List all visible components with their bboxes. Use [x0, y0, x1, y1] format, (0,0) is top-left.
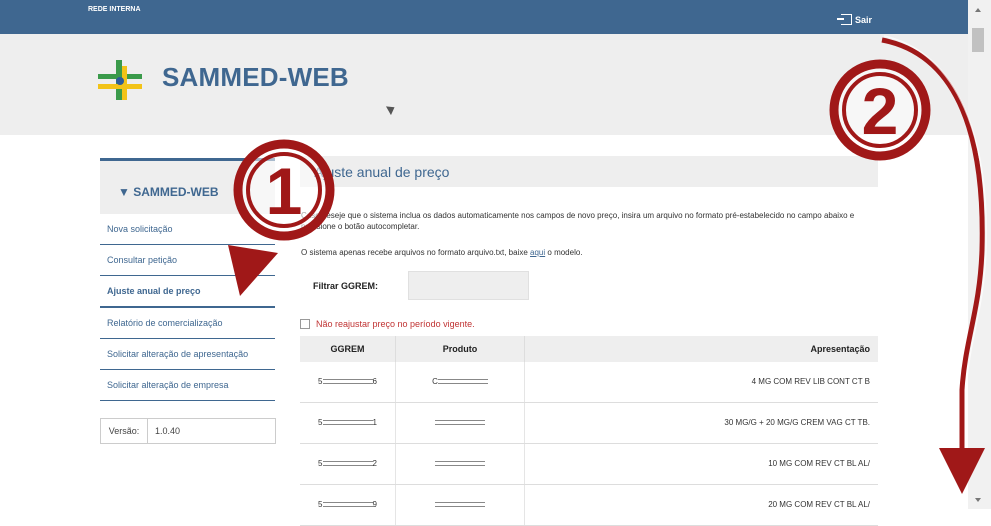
- sidebar-item-alteracao-apresentacao[interactable]: Solicitar alteração de apresentação: [100, 339, 275, 370]
- version-box: Versão: 1.0.40: [100, 418, 276, 444]
- cursor-icon: [385, 102, 398, 116]
- sidebar: ▼ SAMMED-WEB Nova solicitação Consultar …: [100, 158, 275, 401]
- header-apresentacao: Apresentação: [810, 344, 870, 354]
- header-produto: Produto: [396, 336, 525, 362]
- sidebar-item-ajuste-anual[interactable]: Ajuste anual de preço: [100, 276, 275, 308]
- exit-button[interactable]: Sair: [837, 14, 873, 25]
- produto-cell: [396, 485, 525, 525]
- sidebar-header[interactable]: ▼ SAMMED-WEB: [100, 158, 275, 214]
- checkbox-icon[interactable]: [300, 319, 310, 329]
- ggrem-cell: 59: [300, 485, 396, 525]
- network-label: REDE INTERNA: [88, 6, 141, 13]
- produto-cell: C: [396, 362, 525, 402]
- apresentacao-cell: 10 MG COM REV CT BL AL/: [768, 459, 870, 468]
- produto-cell: [396, 403, 525, 443]
- table-row[interactable]: 56 C 4 MG COM REV LIB CONT CT B: [300, 362, 878, 403]
- header: SAMMED-WEB: [0, 34, 968, 135]
- header-ggrem: GGREM: [300, 336, 396, 362]
- sidebar-item-relatorio[interactable]: Relatório de comercialização: [100, 308, 275, 339]
- apresentacao-cell: 4 MG COM REV LIB CONT CT B: [751, 377, 870, 386]
- exit-label: Sair: [855, 14, 873, 25]
- apresentacao-cell: 20 MG COM REV CT BL AL/: [768, 500, 870, 509]
- ggrem-cell: 56: [300, 362, 396, 402]
- brand-title: SAMMED-WEB: [162, 62, 349, 92]
- instructions-text: Caso deseje que o sistema inclua os dado…: [301, 211, 855, 231]
- table-row[interactable]: 52 10 MG COM REV CT BL AL/: [300, 444, 878, 485]
- logo-icon: [98, 60, 142, 100]
- version-label: Versão:: [101, 419, 148, 443]
- scroll-up-icon[interactable]: [975, 8, 981, 12]
- page-title: Ajuste anual de preço: [314, 164, 450, 180]
- version-value: 1.0.40: [155, 426, 181, 436]
- scroll-thumb[interactable]: [972, 28, 984, 52]
- download-link[interactable]: aqui: [530, 248, 545, 257]
- apresentacao-cell: 30 MG/G + 20 MG/G CREM VAG CT TB.: [724, 418, 870, 427]
- price-table: GGREM Produto Apresentação 56 C 4 MG COM…: [300, 336, 878, 526]
- ggrem-cell: 52: [300, 444, 396, 484]
- info-prefix: O sistema apenas recebe arquivos no form…: [301, 248, 528, 257]
- checkbox-label: Não reajustar preço no período vigente.: [316, 319, 475, 329]
- info-text: O sistema apenas recebe arquivos no form…: [301, 248, 583, 257]
- sidebar-title: ▼ SAMMED-WEB: [118, 185, 219, 199]
- sidebar-item-nova-solicitacao[interactable]: Nova solicitação: [100, 214, 275, 245]
- table-header: GGREM Produto Apresentação: [300, 336, 878, 362]
- ggrem-cell: 51: [300, 403, 396, 443]
- ggrem-filter-input[interactable]: [408, 271, 529, 300]
- sidebar-item-alteracao-empresa[interactable]: Solicitar alteração de empresa: [100, 370, 275, 401]
- scrollbar[interactable]: [968, 0, 991, 509]
- page-title-bar: Ajuste anual de preço: [300, 156, 878, 187]
- info-suffix: o modelo.: [547, 248, 583, 257]
- top-bar: REDE INTERNA Sair: [0, 0, 968, 34]
- table-row[interactable]: 59 20 MG COM REV CT BL AL/: [300, 485, 878, 526]
- produto-cell: [396, 444, 525, 484]
- table-row[interactable]: 51 30 MG/G + 20 MG/G CREM VAG CT TB.: [300, 403, 878, 444]
- sidebar-item-consultar-peticao[interactable]: Consultar petição: [100, 245, 275, 276]
- exit-icon: [837, 14, 852, 25]
- filter-label: Filtrar GGREM:: [313, 281, 379, 291]
- scroll-down-icon[interactable]: [975, 498, 981, 502]
